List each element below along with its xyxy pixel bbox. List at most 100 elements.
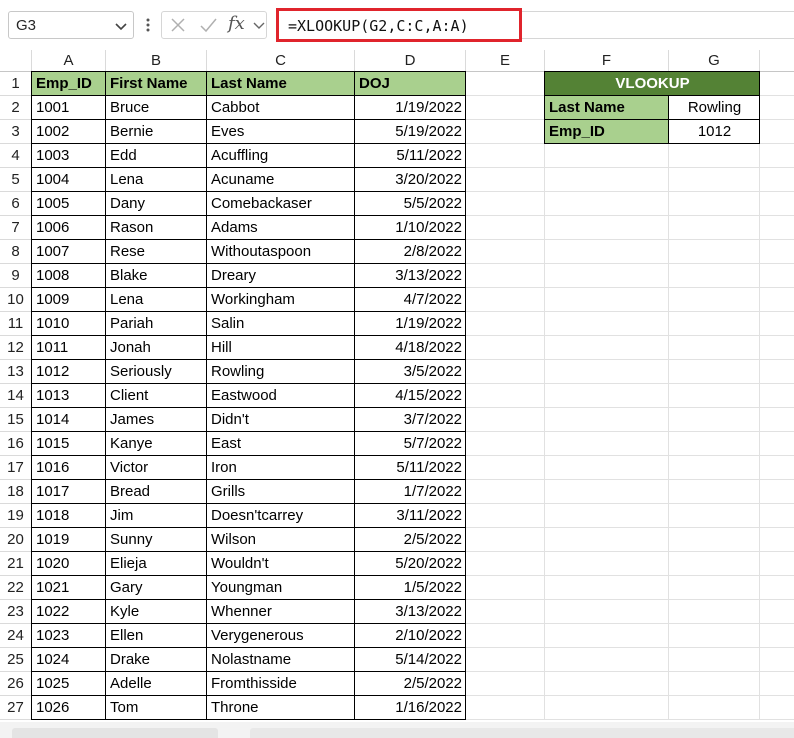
table-cell[interactable]: Tom [106, 696, 207, 720]
row-header[interactable]: 7 [0, 216, 32, 240]
table-cell[interactable]: 1011 [32, 336, 106, 360]
lookup-last-name-label[interactable]: Last Name [545, 96, 669, 120]
check-icon[interactable] [198, 15, 218, 35]
table-cell[interactable]: 5/20/2022 [355, 552, 466, 576]
table-cell[interactable]: 1022 [32, 600, 106, 624]
table-cell[interactable]: Didn't [207, 408, 355, 432]
table-cell[interactable]: Hill [207, 336, 355, 360]
name-box[interactable]: G3 [8, 11, 134, 39]
row-header[interactable]: 1 [0, 72, 32, 96]
table-cell[interactable]: 1/7/2022 [355, 480, 466, 504]
table-cell[interactable]: Iron [207, 456, 355, 480]
row-header[interactable]: 6 [0, 192, 32, 216]
table-cell[interactable]: 5/14/2022 [355, 648, 466, 672]
table-cell[interactable]: Jonah [106, 336, 207, 360]
lookup-last-name-value[interactable]: Rowling [669, 96, 760, 120]
table-cell[interactable]: Eves [207, 120, 355, 144]
table-cell[interactable]: Victor [106, 456, 207, 480]
table-header-cell[interactable]: First Name [106, 72, 207, 96]
table-cell[interactable]: 3/13/2022 [355, 264, 466, 288]
row-header[interactable]: 13 [0, 360, 32, 384]
table-cell[interactable]: 5/11/2022 [355, 144, 466, 168]
row-header[interactable]: 16 [0, 432, 32, 456]
horizontal-scrollbar[interactable] [250, 728, 794, 738]
table-cell[interactable]: 1012 [32, 360, 106, 384]
table-cell[interactable]: 1013 [32, 384, 106, 408]
column-header-c[interactable]: C [207, 50, 355, 72]
table-cell[interactable]: Bruce [106, 96, 207, 120]
lookup-emp-id-label[interactable]: Emp_ID [545, 120, 669, 144]
column-header-g[interactable]: G [669, 50, 760, 72]
table-cell[interactable]: Rowling [207, 360, 355, 384]
row-header[interactable]: 4 [0, 144, 32, 168]
row-header[interactable]: 17 [0, 456, 32, 480]
table-cell[interactable]: Grills [207, 480, 355, 504]
table-cell[interactable]: Edd [106, 144, 207, 168]
table-cell[interactable]: 1024 [32, 648, 106, 672]
table-cell[interactable]: Youngman [207, 576, 355, 600]
row-header[interactable]: 11 [0, 312, 32, 336]
row-header[interactable]: 15 [0, 408, 32, 432]
close-icon[interactable] [168, 15, 188, 35]
fx-icon[interactable]: fx [228, 13, 245, 34]
sheet-tabs-area[interactable] [12, 728, 218, 738]
table-cell[interactable]: 2/5/2022 [355, 672, 466, 696]
table-cell[interactable]: Rason [106, 216, 207, 240]
table-header-cell[interactable]: Last Name [207, 72, 355, 96]
table-cell[interactable]: Whenner [207, 600, 355, 624]
table-cell[interactable]: Acuffling [207, 144, 355, 168]
table-cell[interactable]: Rese [106, 240, 207, 264]
table-cell[interactable]: Lena [106, 288, 207, 312]
table-cell[interactable]: Lena [106, 168, 207, 192]
column-header-f[interactable]: F [545, 50, 669, 72]
table-cell[interactable]: Ellen [106, 624, 207, 648]
table-cell[interactable]: Comebackaser [207, 192, 355, 216]
table-header-cell[interactable]: DOJ [355, 72, 466, 96]
table-cell[interactable]: Pariah [106, 312, 207, 336]
table-cell[interactable]: 1001 [32, 96, 106, 120]
table-cell[interactable]: Eastwood [207, 384, 355, 408]
table-cell[interactable]: Wilson [207, 528, 355, 552]
row-header[interactable]: 19 [0, 504, 32, 528]
table-cell[interactable]: 1023 [32, 624, 106, 648]
table-cell[interactable]: 1025 [32, 672, 106, 696]
table-cell[interactable]: Nolastname [207, 648, 355, 672]
table-cell[interactable]: Acuname [207, 168, 355, 192]
row-header[interactable]: 2 [0, 96, 32, 120]
table-cell[interactable]: Withoutaspoon [207, 240, 355, 264]
table-cell[interactable]: 1007 [32, 240, 106, 264]
table-cell[interactable]: Gary [106, 576, 207, 600]
table-cell[interactable]: Drake [106, 648, 207, 672]
table-cell[interactable]: Doesn'tcarrey [207, 504, 355, 528]
table-cell[interactable]: 1015 [32, 432, 106, 456]
table-cell[interactable]: 2/8/2022 [355, 240, 466, 264]
row-header[interactable]: 26 [0, 672, 32, 696]
row-header[interactable]: 5 [0, 168, 32, 192]
table-cell[interactable]: Bread [106, 480, 207, 504]
table-cell[interactable]: 3/7/2022 [355, 408, 466, 432]
table-cell[interactable]: Dreary [207, 264, 355, 288]
column-header-b[interactable]: B [106, 50, 207, 72]
table-cell[interactable]: Seriously [106, 360, 207, 384]
table-cell[interactable]: Salin [207, 312, 355, 336]
column-header-a[interactable]: A [32, 50, 106, 72]
table-cell[interactable]: 1017 [32, 480, 106, 504]
table-cell[interactable]: 3/20/2022 [355, 168, 466, 192]
formula-input[interactable]: =XLOOKUP(G2,C:C,A:A) [276, 8, 522, 42]
table-cell[interactable]: 1006 [32, 216, 106, 240]
row-header[interactable]: 3 [0, 120, 32, 144]
table-cell[interactable]: 2/5/2022 [355, 528, 466, 552]
table-cell[interactable]: 1009 [32, 288, 106, 312]
table-cell[interactable]: 4/15/2022 [355, 384, 466, 408]
table-cell[interactable]: Throne [207, 696, 355, 720]
row-header[interactable]: 9 [0, 264, 32, 288]
more-options-icon[interactable] [146, 17, 150, 33]
row-header[interactable]: 22 [0, 576, 32, 600]
column-header-d[interactable]: D [355, 50, 466, 72]
row-header[interactable]: 12 [0, 336, 32, 360]
select-all-corner[interactable] [0, 50, 32, 72]
table-cell[interactable]: Dany [106, 192, 207, 216]
table-cell[interactable]: 1014 [32, 408, 106, 432]
table-cell[interactable]: James [106, 408, 207, 432]
chevron-down-icon[interactable] [113, 18, 129, 34]
